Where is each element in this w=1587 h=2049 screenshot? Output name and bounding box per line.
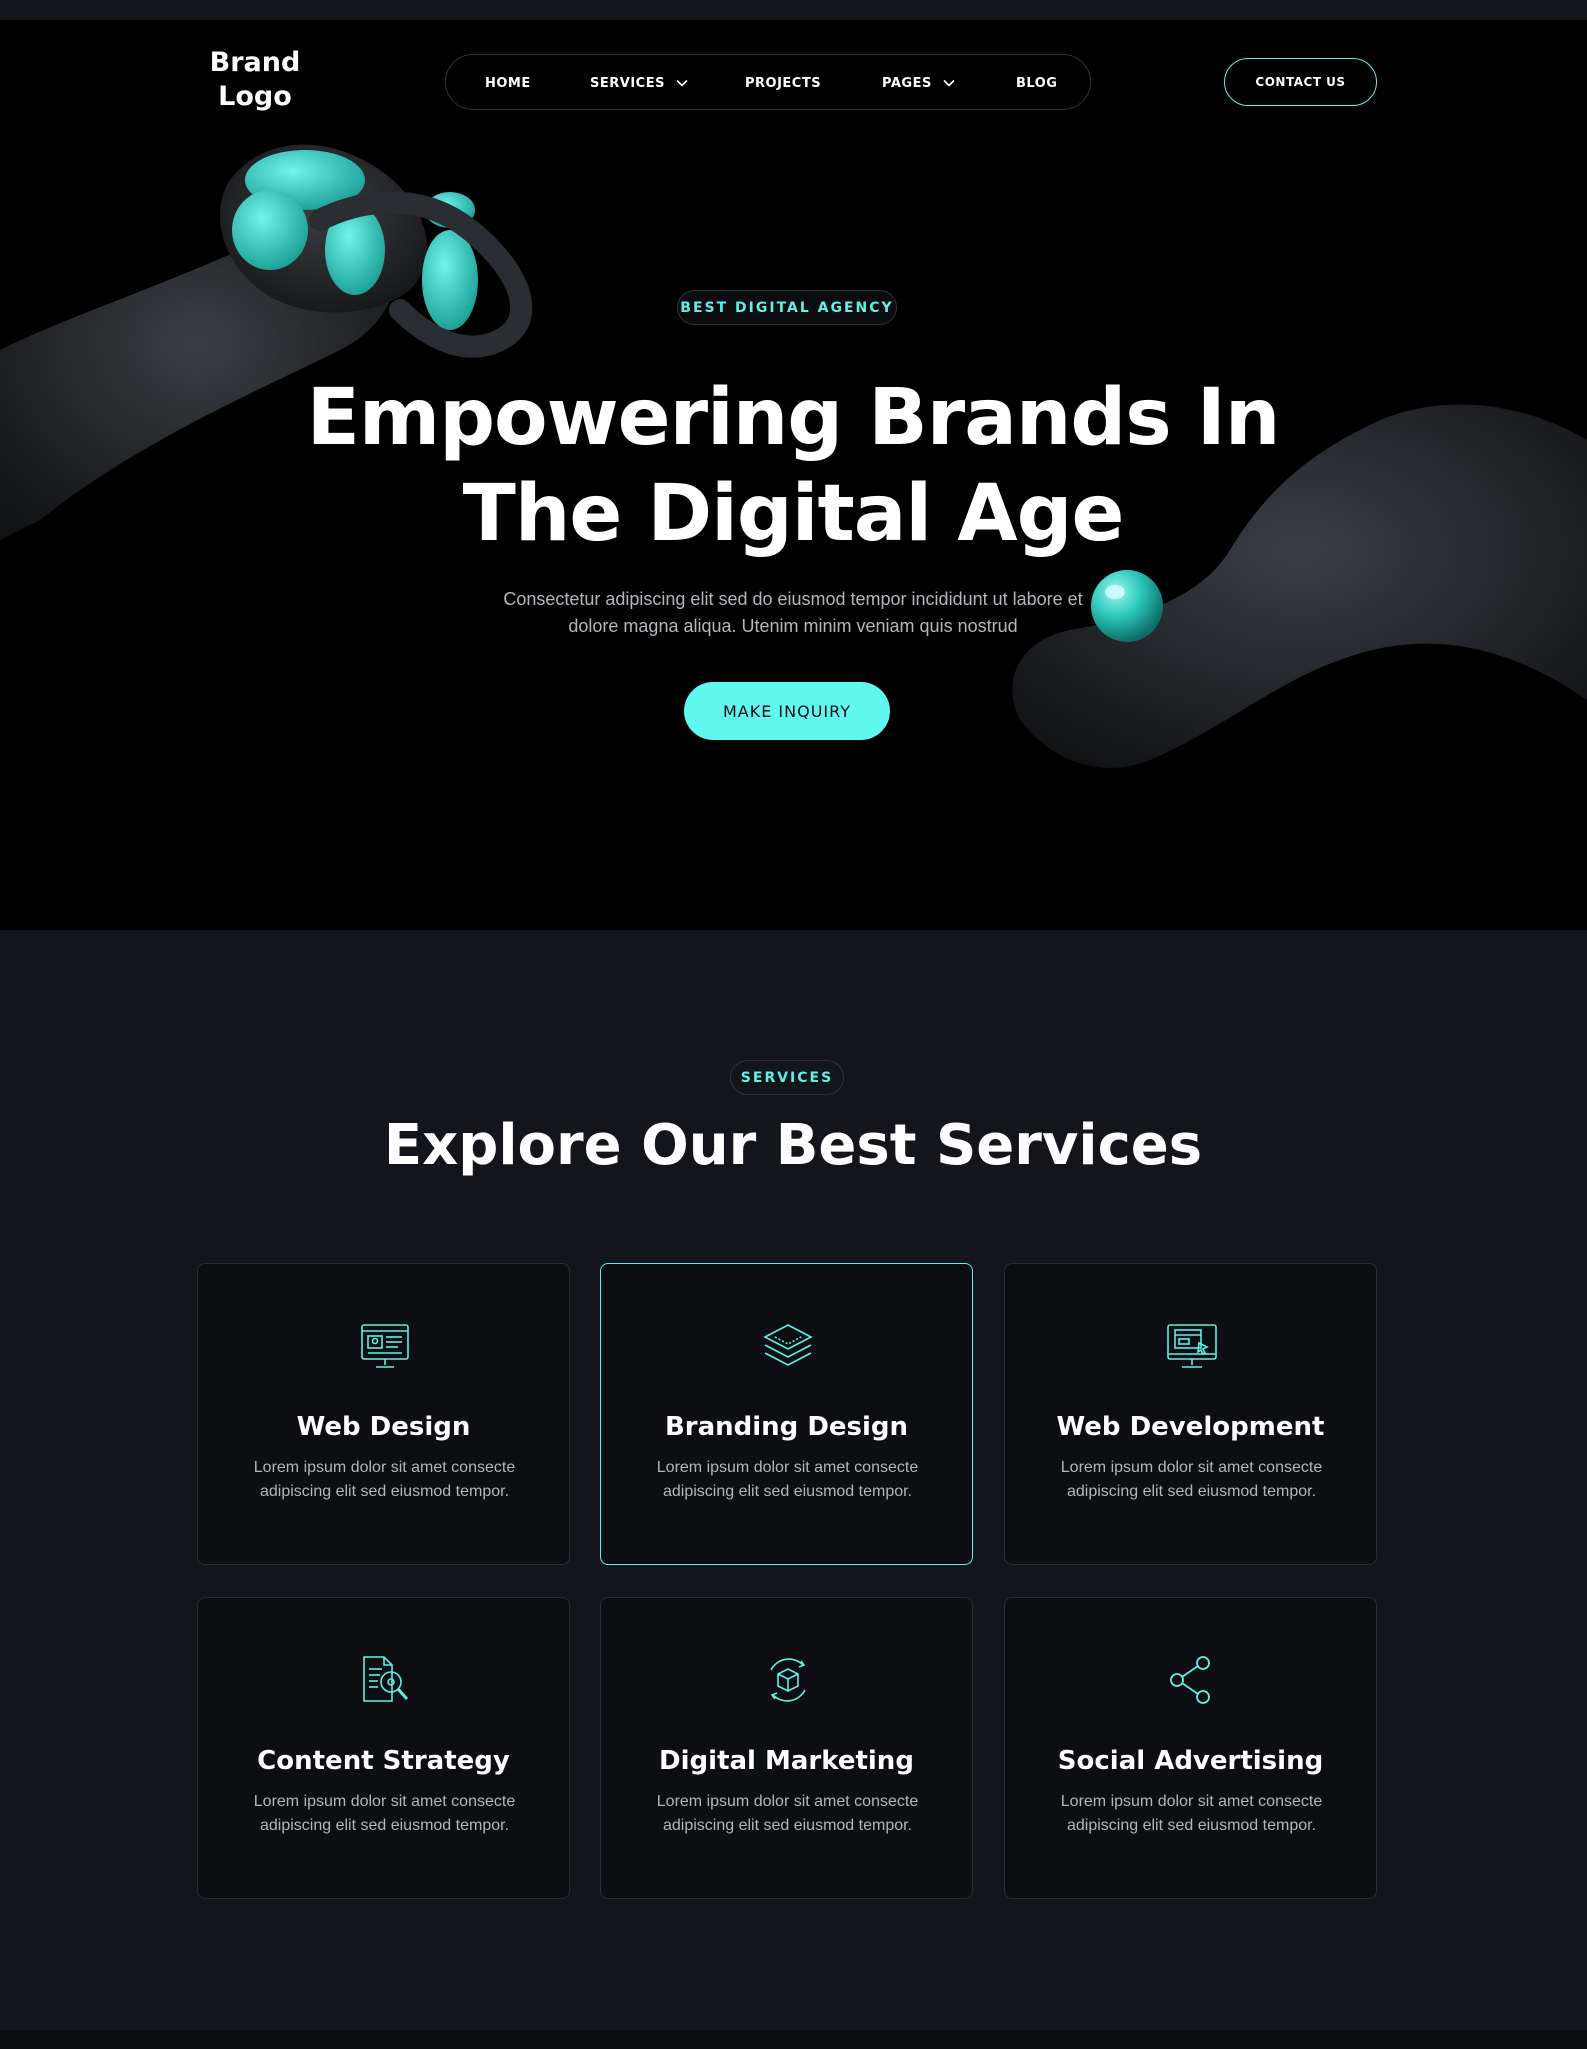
service-card-desc: Lorem ipsum dolor sit amet consecte adip… <box>228 1456 541 1504</box>
service-card-title: Branding Design <box>664 1412 909 1442</box>
share-icon <box>1170 1656 1210 1704</box>
service-card-desc-line2: adipiscing elit sed eiusmod tempor. <box>259 1483 510 1500</box>
service-card-desc-line2: adipiscing elit sed eiusmod tempor. <box>1066 1817 1317 1834</box>
main-nav: HOME SERVICES PROJECTS PAGES BLOG <box>445 54 1091 110</box>
nav-item-label: SERVICES <box>590 75 665 91</box>
hero-title: Empowering Brands In The Digital Age <box>243 370 1343 562</box>
hero-title-line2: The Digital Age <box>462 469 1125 559</box>
chevron-down-icon <box>943 79 955 87</box>
service-card-desc: Lorem ipsum dolor sit amet consecte adip… <box>1035 1456 1348 1504</box>
service-card-desc: Lorem ipsum dolor sit amet consecte adip… <box>631 1790 944 1838</box>
hero-subtitle-line2: dolore magna aliqua. Utenim minim veniam… <box>568 616 1018 636</box>
service-card-desc-line2: adipiscing elit sed eiusmod tempor. <box>259 1817 510 1834</box>
service-card-desc-line1: Lorem ipsum dolor sit amet consecte <box>253 1459 516 1476</box>
hero-subtitle-line1: Consectetur adipiscing elit sed do eiusm… <box>503 589 1083 609</box>
service-card-desc-line1: Lorem ipsum dolor sit amet consecte <box>656 1793 919 1810</box>
services-title: Explore Our Best Services <box>383 1113 1203 1178</box>
service-card-desc-line2: adipiscing elit sed eiusmod tempor. <box>1066 1483 1317 1500</box>
service-card-web-development[interactable]: Web Development Lorem ipsum dolor sit am… <box>1004 1263 1377 1565</box>
service-card-web-design[interactable]: Web Design Lorem ipsum dolor sit amet co… <box>197 1263 570 1565</box>
cube-cycle-icon <box>770 1658 806 1702</box>
service-card-title: Social Advertising <box>1057 1746 1324 1776</box>
nav-item-label: PAGES <box>882 75 932 91</box>
service-card-digital-marketing[interactable]: Digital Marketing Lorem ipsum dolor sit … <box>600 1597 973 1899</box>
service-card-title: Web Development <box>1056 1412 1325 1442</box>
hero-title-line1: Empowering Brands In <box>306 373 1281 463</box>
contact-us-button[interactable]: CONTACT US <box>1224 58 1377 106</box>
nav-item-pages[interactable]: PAGES <box>882 55 956 111</box>
service-card-desc-line1: Lorem ipsum dolor sit amet consecte <box>656 1459 919 1476</box>
monitor-code-icon <box>1167 1324 1217 1368</box>
footer-strip <box>0 2030 1587 2049</box>
nav-item-label: BLOG <box>1016 75 1058 91</box>
service-card-branding-design[interactable]: Branding Design Lorem ipsum dolor sit am… <box>600 1263 973 1565</box>
service-card-desc-line1: Lorem ipsum dolor sit amet consecte <box>253 1793 516 1810</box>
service-card-desc-line1: Lorem ipsum dolor sit amet consecte <box>1060 1459 1323 1476</box>
nav-item-label: PROJECTS <box>745 75 822 91</box>
service-card-desc: Lorem ipsum dolor sit amet consecte adip… <box>1035 1790 1348 1838</box>
chevron-down-icon <box>676 79 688 87</box>
nav-item-blog[interactable]: BLOG <box>1016 55 1057 111</box>
service-card-social-advertising[interactable]: Social Advertising Lorem ipsum dolor sit… <box>1004 1597 1377 1899</box>
top-strip <box>0 0 1587 20</box>
hero-eyebrow-badge: BEST DIGITAL AGENCY <box>677 290 897 325</box>
service-card-title: Digital Marketing <box>659 1746 914 1776</box>
hero-subtitle: Consectetur adipiscing elit sed do eiusm… <box>443 586 1143 640</box>
nav-item-home[interactable]: HOME <box>485 55 531 111</box>
service-card-title: Web Design <box>296 1412 471 1442</box>
brand-logo[interactable]: Brand Logo <box>205 46 305 114</box>
service-card-desc: Lorem ipsum dolor sit amet consecte adip… <box>228 1790 541 1838</box>
layers-icon <box>763 1324 813 1366</box>
nav-item-label: HOME <box>485 75 531 91</box>
services-eyebrow-badge: SERVICES <box>730 1060 844 1095</box>
service-card-desc: Lorem ipsum dolor sit amet consecte adip… <box>631 1456 944 1504</box>
web-design-icon <box>361 1324 409 1368</box>
service-card-desc-line2: adipiscing elit sed eiusmod tempor. <box>662 1483 913 1500</box>
brand-logo-line2: Logo <box>218 81 292 112</box>
service-card-title: Content Strategy <box>257 1746 510 1776</box>
service-card-desc-line2: adipiscing elit sed eiusmod tempor. <box>662 1817 913 1834</box>
service-card-desc-line1: Lorem ipsum dolor sit amet consecte <box>1060 1793 1323 1810</box>
brand-logo-line1: Brand <box>209 47 301 78</box>
hero-section: Brand Logo HOME SERVICES PROJECTS PAGES … <box>0 20 1587 930</box>
service-card-content-strategy[interactable]: Content Strategy Lorem ipsum dolor sit a… <box>197 1597 570 1899</box>
document-search-icon <box>363 1656 409 1702</box>
nav-item-services[interactable]: SERVICES <box>590 55 689 111</box>
nav-item-projects[interactable]: PROJECTS <box>745 55 821 111</box>
make-inquiry-button[interactable]: MAKE INQUIRY <box>684 682 890 740</box>
